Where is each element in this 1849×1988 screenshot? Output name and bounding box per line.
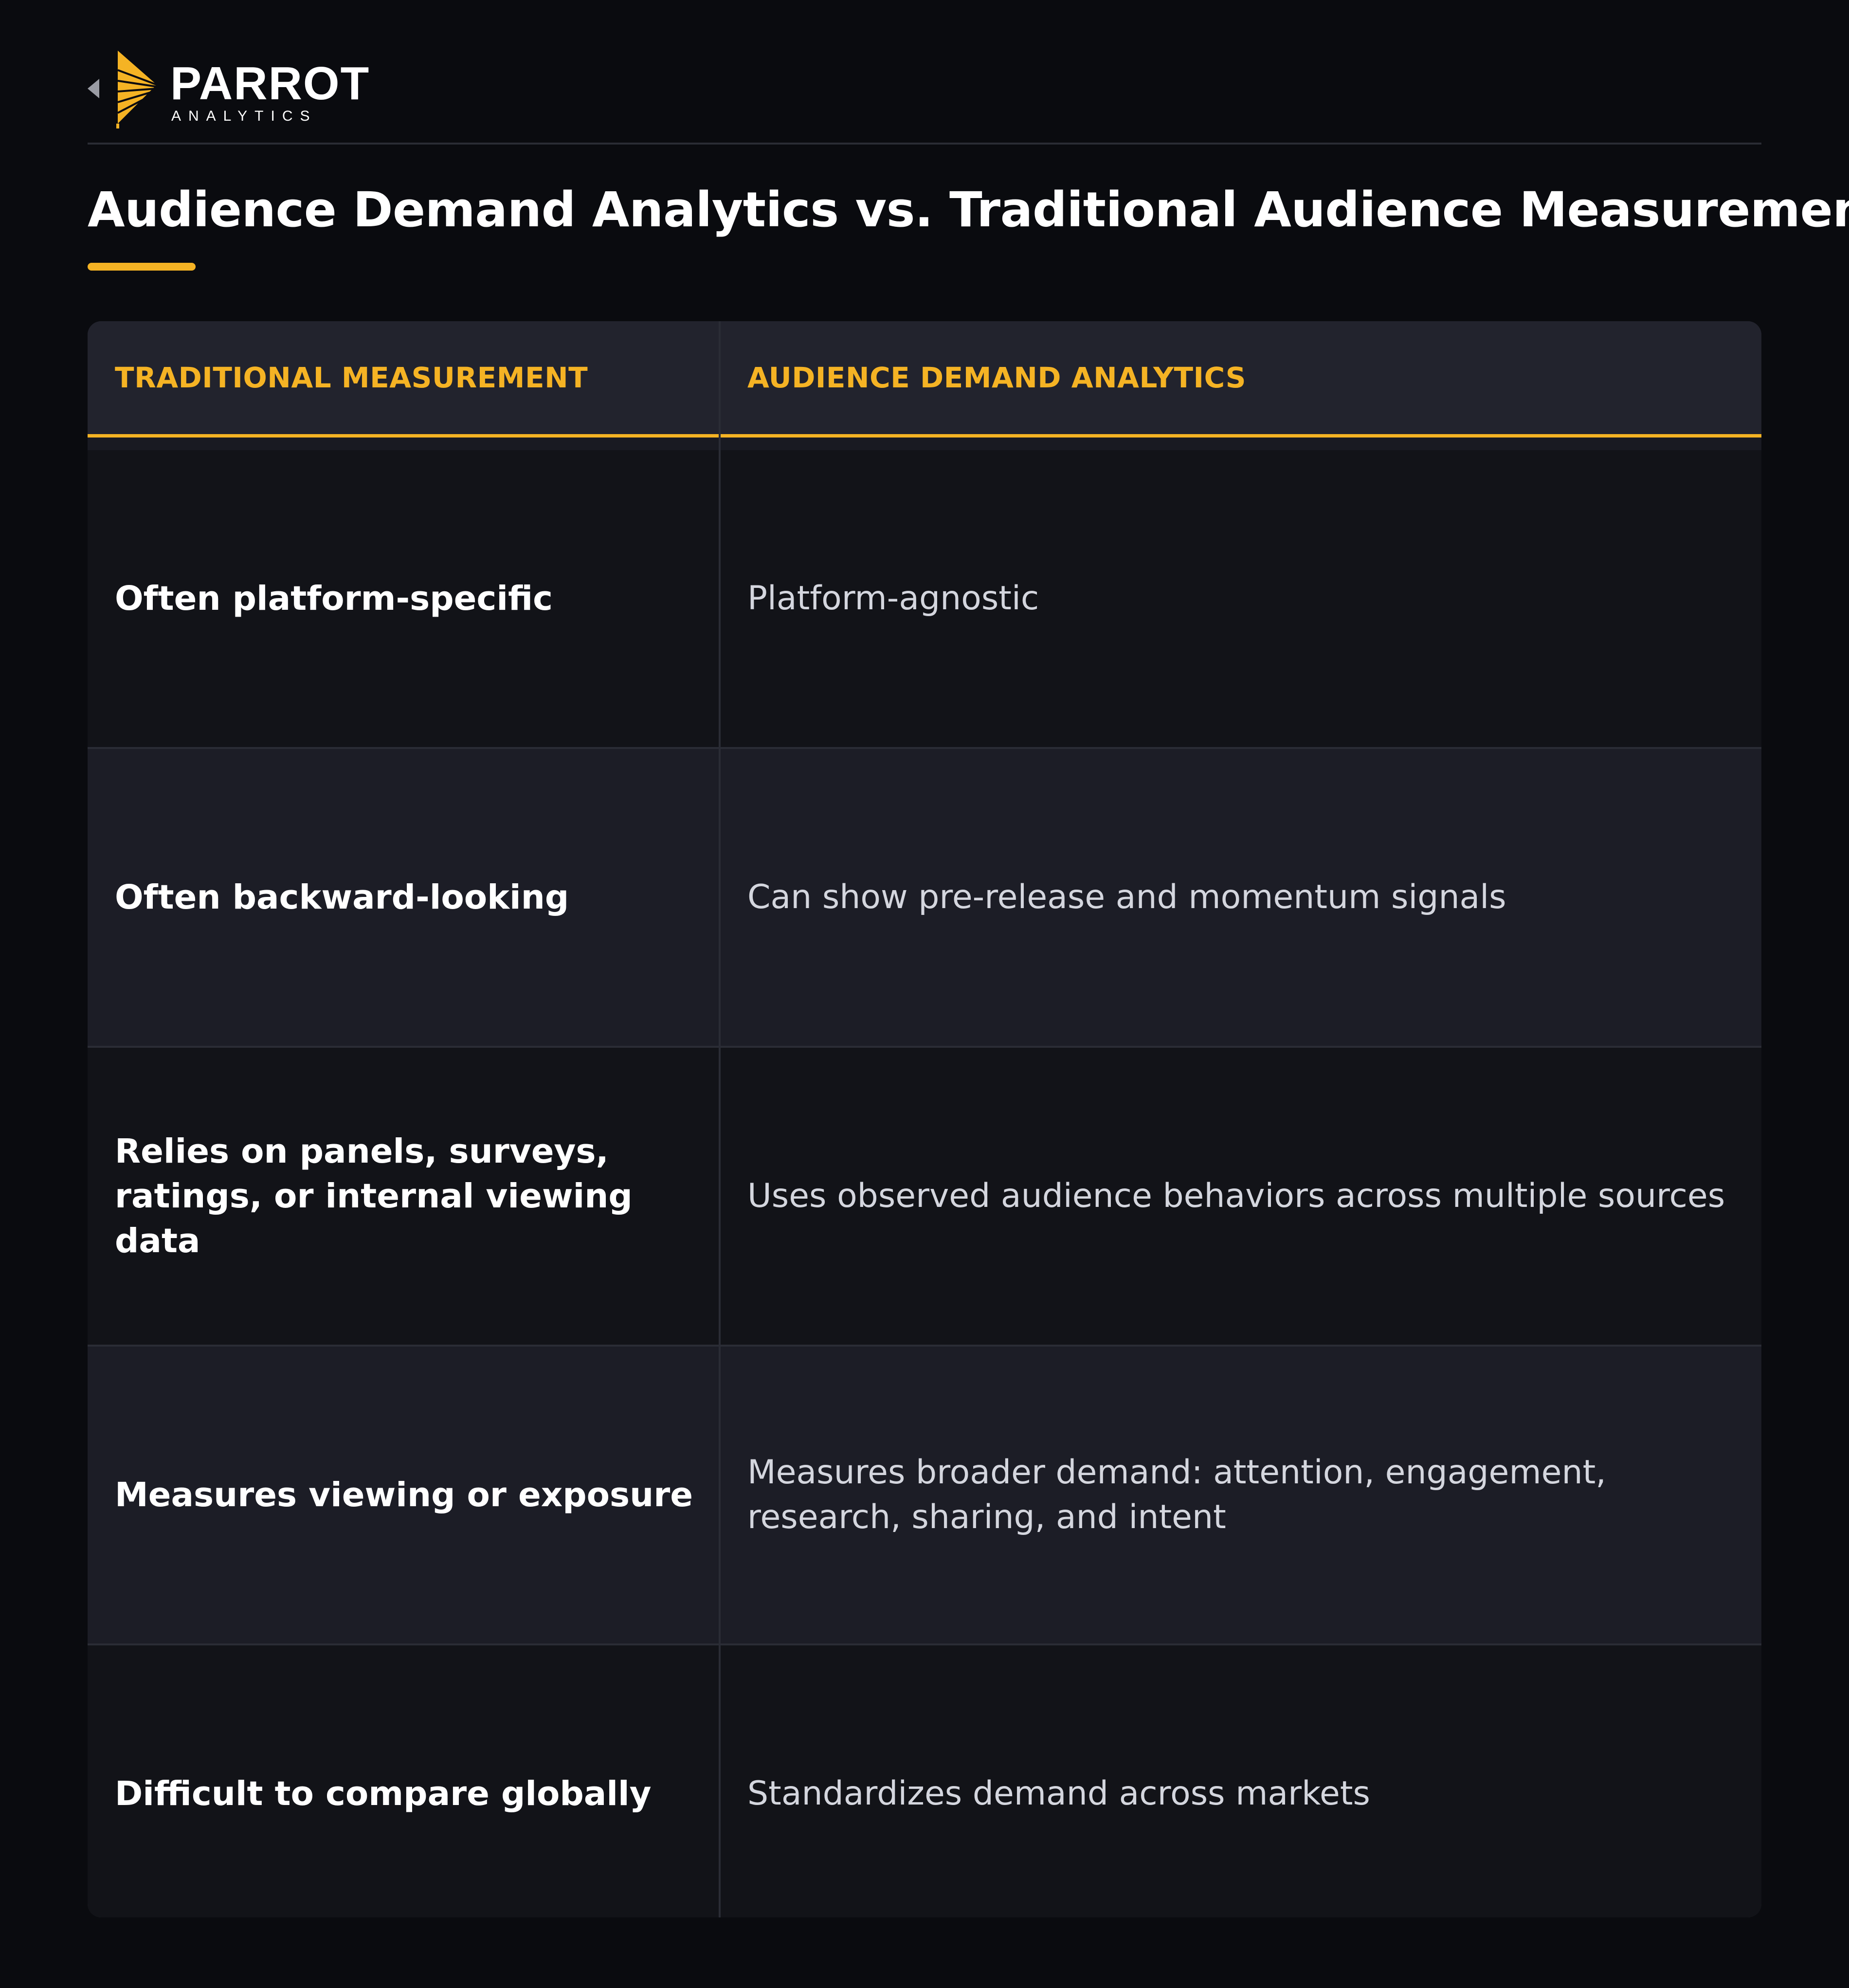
comparison-table: TRADITIONAL MEASUREMENT AUDIENCE DEMAND …	[88, 321, 1761, 1917]
brand-tagline: ANALYTICS	[171, 108, 317, 124]
column-header-demand: AUDIENCE DEMAND ANALYTICS	[747, 361, 1247, 394]
table-row: Often backward-looking Can show pre-rele…	[88, 749, 1761, 1046]
traditional-text: Measures viewing or exposure	[115, 1476, 693, 1514]
table-row: Relies on panels, surveys, ratings, or i…	[88, 1048, 1761, 1345]
brand-name: PARROT	[170, 57, 370, 109]
title-accent-bar	[88, 263, 196, 271]
parrot-logo-icon	[88, 51, 157, 128]
table-row: Difficult to compare globally Standardiz…	[88, 1645, 1761, 1917]
demand-cell: Platform-agnostic	[747, 450, 1740, 747]
demand-text: Uses observed audience behaviors across …	[747, 1177, 1725, 1215]
demand-cell: Measures broader demand: attention, enga…	[747, 1347, 1740, 1643]
demand-text: Can show pre-release and momentum signal…	[747, 878, 1506, 916]
demand-text: Platform-agnostic	[747, 579, 1039, 618]
column-divider	[719, 321, 721, 1917]
table-row: Often platform-specific Platform-agnosti…	[88, 450, 1761, 747]
traditional-cell: Measures viewing or exposure	[115, 1347, 699, 1643]
demand-cell: Uses observed audience behaviors across …	[747, 1048, 1740, 1345]
brand-logo: PARROT ANALYTICS	[88, 51, 369, 128]
traditional-cell: Often backward-looking	[115, 749, 699, 1046]
traditional-cell: Often platform-specific	[115, 450, 699, 747]
demand-cell: Standardizes demand across markets	[747, 1645, 1740, 1917]
header-accent-rule	[88, 434, 1761, 438]
header-gap	[88, 438, 1761, 450]
traditional-text: Often backward-looking	[115, 878, 569, 917]
traditional-cell: Difficult to compare globally	[115, 1645, 699, 1917]
traditional-text: Often platform-specific	[115, 579, 553, 618]
table-row: Measures viewing or exposure Measures br…	[88, 1347, 1761, 1643]
header-divider	[88, 143, 1761, 145]
traditional-cell: Relies on panels, surveys, ratings, or i…	[115, 1048, 699, 1345]
column-header-traditional: TRADITIONAL MEASUREMENT	[115, 361, 588, 394]
traditional-text: Difficult to compare globally	[115, 1774, 652, 1813]
table-header: TRADITIONAL MEASUREMENT AUDIENCE DEMAND …	[88, 321, 1761, 434]
demand-text: Standardizes demand across markets	[747, 1774, 1370, 1813]
page-title: Audience Demand Analytics vs. Traditiona…	[88, 182, 1849, 238]
demand-text: Measures broader demand: attention, enga…	[747, 1453, 1606, 1536]
traditional-text: Relies on panels, surveys, ratings, or i…	[115, 1132, 633, 1260]
demand-cell: Can show pre-release and momentum signal…	[747, 749, 1740, 1046]
